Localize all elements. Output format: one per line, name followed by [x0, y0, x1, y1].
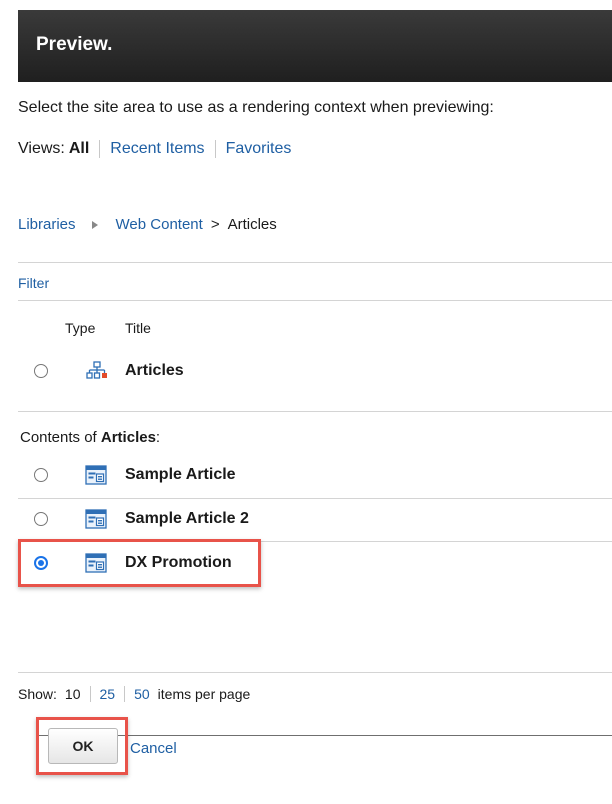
breadcrumb-separator: > [210, 216, 220, 233]
item-title-sample-article[interactable]: Sample Article [125, 466, 236, 484]
cancel-link[interactable]: Cancel [130, 740, 177, 757]
page-size-25-link[interactable]: 25 [100, 686, 116, 702]
page-size-10: 10 [64, 686, 81, 702]
views-divider [214, 140, 216, 158]
page-size-50-link[interactable]: 50 [134, 686, 150, 702]
item-radio-sample-article-2[interactable] [34, 512, 48, 526]
content-item-icon [85, 509, 107, 534]
pagination-suffix: items per page [157, 686, 251, 702]
divider [18, 411, 612, 412]
pagination-divider [89, 686, 91, 702]
dialog-header: Preview. [18, 10, 612, 82]
views-favorites-link[interactable]: Favorites [226, 140, 292, 158]
item-title-sample-article-2[interactable]: Sample Article 2 [125, 510, 249, 528]
instructions-text: Select the site area to use as a renderi… [18, 99, 494, 116]
ok-button[interactable]: OK [48, 728, 118, 764]
breadcrumb-current: Articles [227, 216, 277, 233]
contents-suffix: : [155, 429, 161, 446]
divider [18, 262, 612, 263]
pagination: Show: 10 25 50 items per page [18, 686, 250, 702]
content-item-icon [85, 553, 107, 578]
pagination-label: Show: [18, 686, 57, 702]
content-item-icon [85, 465, 107, 490]
breadcrumb-web-content-link[interactable]: Web Content [116, 216, 203, 233]
site-area-icon [86, 361, 108, 386]
breadcrumb: Libraries Web Content > Articles [18, 216, 277, 233]
contents-name: Articles [100, 429, 156, 446]
views-recent-link[interactable]: Recent Items [110, 140, 204, 158]
views-divider [99, 140, 101, 158]
filter-link[interactable]: Filter [18, 275, 49, 291]
breadcrumb-libraries-link[interactable]: Libraries [18, 216, 76, 233]
contents-prefix: Contents of [20, 429, 101, 446]
views-label: Views: [18, 140, 65, 157]
item-title-dx-promotion[interactable]: DX Promotion [125, 554, 232, 572]
item-radio-dx-promotion[interactable] [34, 556, 48, 570]
divider [18, 541, 612, 542]
site-area-title[interactable]: Articles [125, 362, 184, 380]
dialog-title: Preview. [36, 34, 113, 55]
pagination-divider [124, 686, 126, 702]
views-all[interactable]: All [69, 140, 89, 158]
divider [18, 498, 612, 499]
ok-highlight: OK [36, 717, 128, 775]
site-area-radio[interactable] [34, 364, 48, 378]
column-header-type[interactable]: Type [65, 320, 95, 336]
item-radio-sample-article[interactable] [34, 468, 48, 482]
contents-heading: Contents of Articles: [20, 429, 160, 446]
views-bar: Views: All Recent Items Favorites [18, 140, 291, 158]
column-header-title[interactable]: Title [125, 320, 151, 336]
divider [18, 672, 612, 673]
divider [18, 300, 612, 301]
breadcrumb-arrow-icon[interactable] [91, 220, 98, 229]
